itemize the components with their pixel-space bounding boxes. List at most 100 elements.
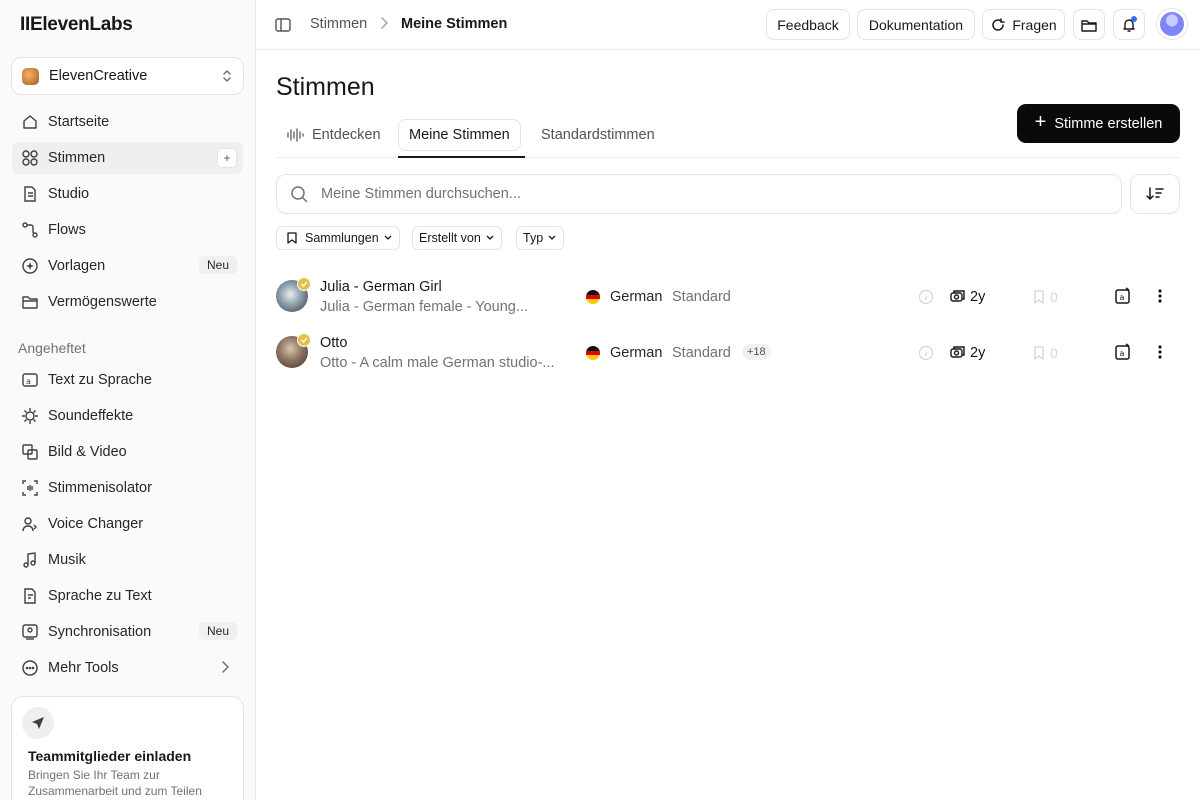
sidebar-item-sound-effects[interactable]: Soundeffekte <box>12 400 243 432</box>
sparkle-icon <box>20 256 40 276</box>
chevron-down-icon <box>384 235 392 240</box>
home-icon <box>20 112 40 132</box>
chevron-right-icon <box>222 661 229 673</box>
feedback-button[interactable]: Feedback <box>766 9 850 40</box>
sidebar-item-assets[interactable]: Vermögenswerte <box>12 286 243 318</box>
waveform-icon <box>287 128 304 142</box>
sidebar-item-voices[interactable]: Stimmen + <box>12 142 243 174</box>
files-button[interactable] <box>1073 9 1105 40</box>
info-icon[interactable] <box>918 345 934 361</box>
create-voice-button[interactable]: + Stimme erstellen <box>1017 104 1180 143</box>
sidebar-item-flows[interactable]: Flows <box>12 214 243 246</box>
more-options-icon[interactable] <box>1154 343 1166 361</box>
grid-icon <box>20 148 40 168</box>
workspace-name: ElevenCreative <box>49 68 148 84</box>
sidebar: IIElevenLabs ElevenCreative Startseite S… <box>0 0 256 800</box>
more-options-icon[interactable] <box>1154 287 1166 305</box>
notifications-button[interactable] <box>1113 9 1145 40</box>
documentation-button[interactable]: Dokumentation <box>857 9 975 40</box>
add-voice-mini-button[interactable]: + <box>217 148 237 168</box>
image-icon <box>20 442 40 462</box>
invite-description: Bringen Sie Ihr Team zur Zusammenarbeit … <box>28 768 202 798</box>
sort-button[interactable] <box>1130 174 1180 214</box>
sidebar-toggle-icon[interactable] <box>274 16 292 34</box>
use-voice-icon[interactable]: a <box>1114 287 1132 305</box>
active-tab-indicator <box>398 156 525 158</box>
filter-collections[interactable]: Sammlungen <box>276 226 400 250</box>
search-bar[interactable] <box>276 174 1122 214</box>
sidebar-item-text-to-speech[interactable]: a Text zu Sprache <box>12 364 243 396</box>
tab-default-voices[interactable]: Standardstimmen <box>541 119 655 151</box>
info-icon[interactable] <box>918 289 934 305</box>
sidebar-item-dubbing[interactable]: Synchronisation Neu <box>12 616 243 648</box>
sort-icon <box>1146 187 1164 201</box>
folder-icon <box>20 292 40 312</box>
chevron-right-icon <box>381 17 388 29</box>
sidebar-item-voice-isolator[interactable]: Stimmenisolator <box>12 472 243 504</box>
sidebar-item-home[interactable]: Startseite <box>12 106 243 138</box>
search-icon <box>291 186 308 203</box>
bookmark-icon[interactable] <box>1032 289 1046 305</box>
ask-button[interactable]: Fragen <box>982 9 1065 40</box>
sidebar-item-more-tools[interactable]: Mehr Tools <box>12 652 243 684</box>
voice-language: German <box>610 289 663 305</box>
svg-text:a: a <box>26 377 31 386</box>
voice-age: 2y <box>970 289 986 305</box>
document-icon <box>20 184 40 204</box>
cloned-age-icon <box>950 290 965 302</box>
bookmark-icon[interactable] <box>1032 345 1046 361</box>
sidebar-item-label: Vorlagen <box>48 258 106 274</box>
sidebar-item-music[interactable]: Musik <box>12 544 243 576</box>
sidebar-item-label: Stimmenisolator <box>48 480 152 496</box>
send-icon <box>22 707 54 739</box>
user-switch-icon <box>20 514 40 534</box>
sidebar-item-voice-changer[interactable]: Voice Changer <box>12 508 243 540</box>
tab-label: Entdecken <box>312 127 381 143</box>
search-input[interactable] <box>321 186 1101 202</box>
workspace-switcher[interactable]: ElevenCreative <box>11 57 244 95</box>
filter-created-by[interactable]: Erstellt von <box>412 226 502 250</box>
sidebar-item-templates[interactable]: Vorlagen Neu <box>12 250 243 282</box>
svg-text:a: a <box>1120 293 1125 302</box>
filter-label: Sammlungen <box>305 231 379 245</box>
voice-row[interactable]: Otto Otto - A calm male German studio-..… <box>276 327 1180 377</box>
sidebar-item-label: Soundeffekte <box>48 408 134 424</box>
breadcrumb-voices[interactable]: Stimmen <box>310 16 367 32</box>
sun-icon <box>20 406 40 426</box>
sidebar-item-label: Stimmen <box>48 150 106 166</box>
tab-my-voices[interactable]: Meine Stimmen <box>398 119 521 151</box>
create-voice-label: Stimme erstellen <box>1054 115 1163 132</box>
sidebar-item-label: Startseite <box>48 114 110 130</box>
filter-label: Erstellt von <box>419 231 481 245</box>
german-flag-icon <box>586 290 600 304</box>
voice-language: German <box>610 345 663 361</box>
folder-icon <box>1081 19 1097 32</box>
use-voice-icon[interactable]: a <box>1114 343 1132 361</box>
sidebar-item-speech-to-text[interactable]: Sprache zu Text <box>12 580 243 612</box>
extra-labels-badge[interactable]: +18 <box>742 344 771 360</box>
sidebar-item-label: Musik <box>48 552 86 568</box>
avatar-image <box>1160 12 1184 36</box>
verified-icon <box>297 277 311 291</box>
plus-icon: + <box>1034 111 1047 133</box>
bookmark-icon <box>287 232 297 244</box>
sidebar-item-image-video[interactable]: Bild & Video <box>12 436 243 468</box>
invite-card[interactable]: Teammitglieder einladen Bringen Sie Ihr … <box>11 696 244 800</box>
chevron-up-down-icon <box>223 70 231 82</box>
verified-icon <box>297 333 311 347</box>
german-flag-icon <box>586 346 600 360</box>
text-speech-icon: a <box>20 370 40 390</box>
brand-logo[interactable]: IIElevenLabs <box>20 14 133 36</box>
filter-type[interactable]: Typ <box>516 226 565 250</box>
chat-refresh-icon <box>992 17 1006 31</box>
sidebar-item-studio[interactable]: Studio <box>12 178 243 210</box>
voice-name: Julia - German Girl <box>320 279 442 295</box>
top-bar: Stimmen Meine Stimmen Feedback Dokumenta… <box>256 0 1200 50</box>
workspace-avatar <box>22 67 39 85</box>
tab-label: Standardstimmen <box>541 127 655 143</box>
more-tools-icon <box>20 658 40 678</box>
tab-discover[interactable]: Entdecken <box>286 119 381 151</box>
voice-row[interactable]: Julia - German Girl Julia - German femal… <box>276 271 1180 321</box>
user-avatar[interactable] <box>1156 8 1188 40</box>
sidebar-item-label: Text zu Sprache <box>48 372 152 388</box>
